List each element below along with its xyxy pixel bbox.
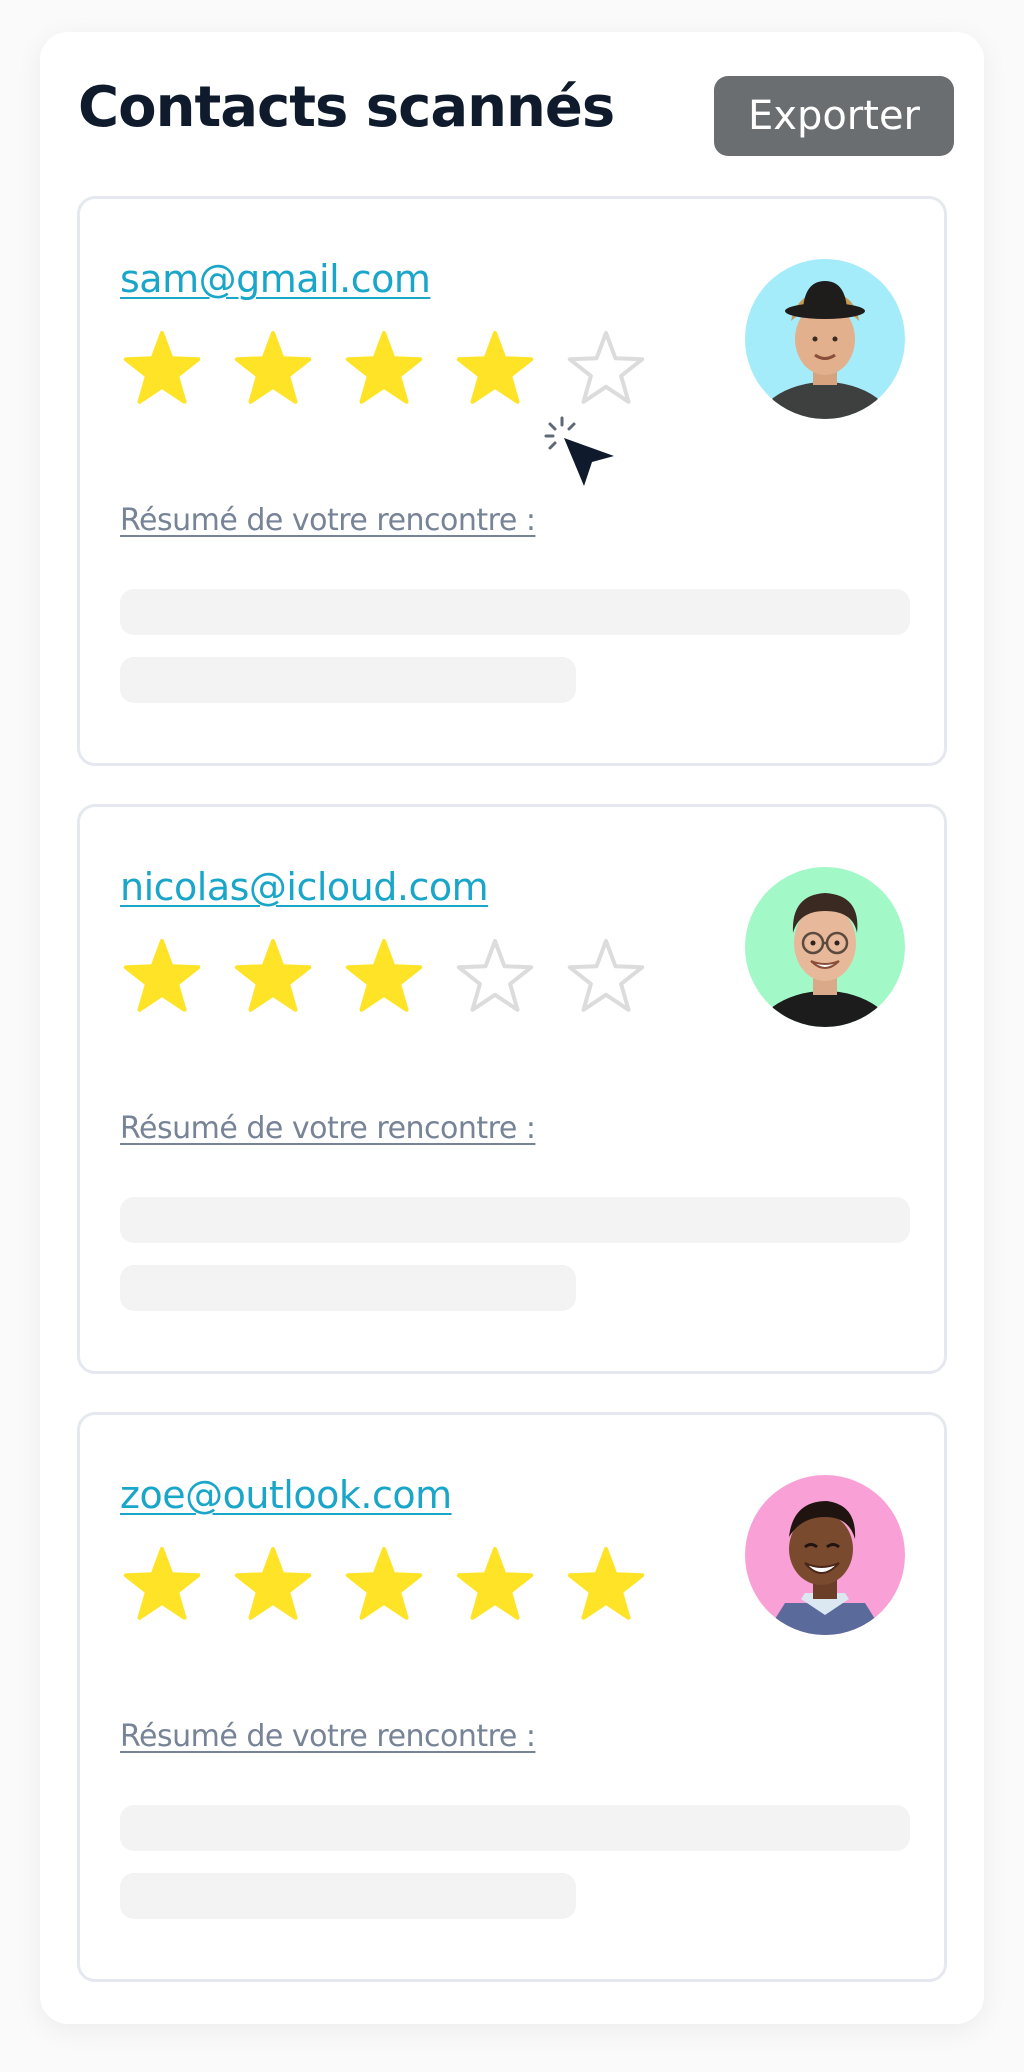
contact-card: nicolas@icloud.com Résumé de votre renco… xyxy=(77,804,947,1374)
summary-placeholder-line xyxy=(120,1265,576,1311)
star-filled-icon[interactable] xyxy=(451,327,539,415)
star-filled-icon[interactable] xyxy=(451,1543,539,1631)
contacts-panel: Contacts scannés Exporter sam@gmail.com … xyxy=(40,32,984,2024)
star-empty-icon[interactable] xyxy=(562,935,650,1023)
summary-placeholder-line xyxy=(120,1873,576,1919)
star-empty-icon[interactable] xyxy=(451,935,539,1023)
star-rating xyxy=(118,327,658,415)
page-title: Contacts scannés xyxy=(78,75,615,140)
contact-email-link[interactable]: nicolas@icloud.com xyxy=(120,865,489,909)
export-button[interactable]: Exporter xyxy=(714,76,954,156)
contact-email-link[interactable]: sam@gmail.com xyxy=(120,257,431,301)
star-rating xyxy=(118,935,658,1023)
summary-placeholder-line xyxy=(120,589,910,635)
contact-card: zoe@outlook.com Résumé de votre rencontr… xyxy=(77,1412,947,1982)
mouse-pointer-icon xyxy=(540,412,620,492)
star-filled-icon[interactable] xyxy=(562,1543,650,1631)
star-rating xyxy=(118,1543,658,1631)
star-filled-icon[interactable] xyxy=(229,935,317,1023)
star-filled-icon[interactable] xyxy=(340,1543,428,1631)
star-filled-icon[interactable] xyxy=(229,327,317,415)
person-avatar-icon xyxy=(745,1475,905,1635)
avatar xyxy=(745,259,905,419)
summary-placeholder-line xyxy=(120,657,576,703)
star-filled-icon[interactable] xyxy=(118,1543,206,1631)
star-filled-icon[interactable] xyxy=(229,1543,317,1631)
summary-label: Résumé de votre rencontre : xyxy=(120,503,536,538)
star-filled-icon[interactable] xyxy=(340,935,428,1023)
star-filled-icon[interactable] xyxy=(118,935,206,1023)
contact-email-link[interactable]: zoe@outlook.com xyxy=(120,1473,452,1517)
star-empty-icon[interactable] xyxy=(562,327,650,415)
summary-label: Résumé de votre rencontre : xyxy=(120,1719,536,1754)
summary-placeholder-line xyxy=(120,1805,910,1851)
summary-placeholder-line xyxy=(120,1197,910,1243)
person-avatar-icon xyxy=(745,259,905,419)
contact-card: sam@gmail.com Résumé de votre rencontre … xyxy=(77,196,947,766)
avatar xyxy=(745,1475,905,1635)
summary-label: Résumé de votre rencontre : xyxy=(120,1111,536,1146)
avatar xyxy=(745,867,905,1027)
star-filled-icon[interactable] xyxy=(340,327,428,415)
person-avatar-icon xyxy=(745,867,905,1027)
star-filled-icon[interactable] xyxy=(118,327,206,415)
